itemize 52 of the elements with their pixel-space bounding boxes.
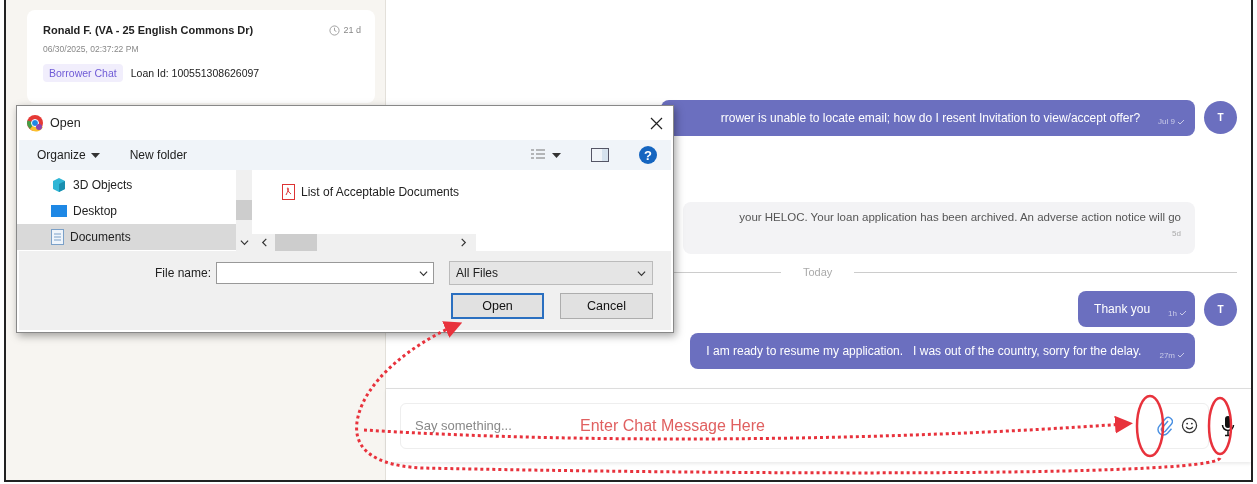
new-folder-button[interactable]: New folder xyxy=(129,148,188,162)
file-name-label: File name: xyxy=(154,266,211,280)
check-icon xyxy=(1177,118,1185,125)
scrollbar-thumb[interactable] xyxy=(275,234,317,251)
pdf-file-icon xyxy=(282,184,295,200)
scrollbar-thumb[interactable] xyxy=(236,200,252,220)
sent-message: I am ready to resume my application. I was out of the country, sorry for the delay. 27m xyxy=(690,333,1195,369)
dropdown-icon[interactable] xyxy=(637,268,646,278)
conversation-card[interactable]: Ronald F. (VA - 25 English Commons Dr) 21 d 06/30/2025, 02:37:22 PM Borrower Chat Loan Id: 100551308626097 xyxy=(27,10,375,103)
microphone-icon[interactable] xyxy=(1221,414,1235,437)
file-name-field[interactable] xyxy=(216,262,434,284)
caret-icon xyxy=(552,152,561,158)
scroll-right-icon[interactable] xyxy=(459,238,468,247)
sent-message: rrower is unable to locate email; how do I resent Invitation to view/accept offer? Jul 9 xyxy=(660,99,1195,136)
desktop-icon xyxy=(51,204,67,218)
emoji-icon[interactable] xyxy=(1181,417,1198,434)
folder-item[interactable]: Documents xyxy=(17,224,236,250)
conversation-date: 06/30/2025, 02:37:22 PM xyxy=(43,44,140,54)
user-avatar: T xyxy=(1204,292,1237,326)
clock-icon xyxy=(329,24,341,36)
age-label: 21 d xyxy=(343,25,361,35)
date-divider: Today xyxy=(803,266,833,278)
contact-name: Ronald F. (VA - 25 English Commons Dr) xyxy=(43,24,254,36)
cube-icon xyxy=(51,177,67,193)
preview-pane-icon[interactable] xyxy=(591,148,609,162)
file-type-select[interactable]: All Files xyxy=(449,261,653,285)
highlight-circle xyxy=(1207,396,1233,456)
dialog-button[interactable]: Open xyxy=(451,293,544,319)
folder-item[interactable]: 3D Objects xyxy=(17,172,236,198)
caret-icon xyxy=(90,152,100,158)
dialog-button[interactable]: Cancel xyxy=(560,293,653,319)
close-icon[interactable] xyxy=(650,116,663,130)
organize-menu[interactable]: Organize xyxy=(37,148,86,162)
sent-message: Thank you 1h xyxy=(1078,291,1195,327)
highlight-circle xyxy=(1135,394,1165,458)
folder-item[interactable]: Desktop xyxy=(17,198,236,224)
attach-icon[interactable] xyxy=(1157,415,1173,436)
help-button[interactable]: ? xyxy=(639,146,657,164)
file-item[interactable]: List of Acceptable Documents xyxy=(282,184,476,200)
scroll-left-icon[interactable] xyxy=(260,238,269,247)
user-avatar: T xyxy=(1204,101,1237,134)
dialog-title: Open xyxy=(50,116,82,130)
check-icon xyxy=(1179,310,1187,316)
app-logo-icon xyxy=(26,114,44,132)
chat-type-tag: Borrower Chat xyxy=(43,64,123,82)
received-message: your HELOC. Your loan application has been archived. An adverse action notice will go 5d xyxy=(683,202,1195,254)
loan-id: Loan Id: 100551308626097 xyxy=(130,67,260,79)
check-icon xyxy=(1177,352,1185,358)
scroll-down-icon[interactable] xyxy=(239,238,249,247)
document-icon xyxy=(51,229,64,245)
annotation-label: Enter Chat Message Here xyxy=(580,417,765,435)
dropdown-icon[interactable] xyxy=(419,268,428,278)
